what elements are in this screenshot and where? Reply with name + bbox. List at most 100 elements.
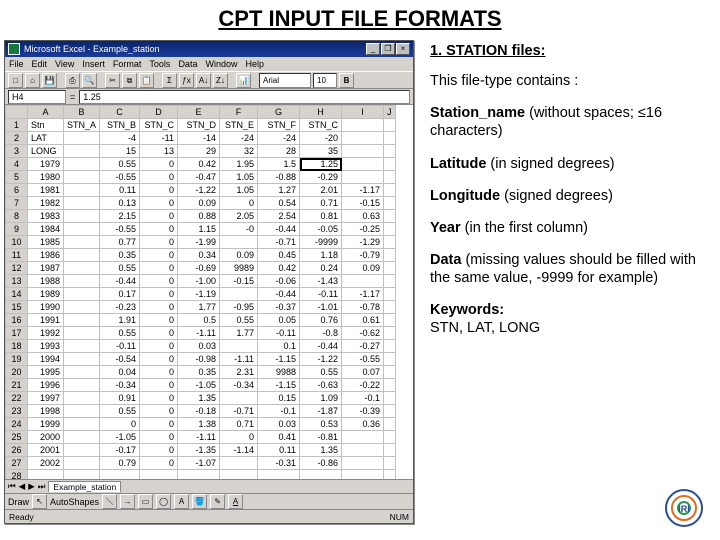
cell[interactable]: 1985 [28,236,64,249]
cell[interactable] [64,392,100,405]
cell[interactable]: 2.54 [258,210,300,223]
cell[interactable]: -1.43 [300,275,342,288]
cell[interactable]: 0.24 [300,262,342,275]
cell[interactable] [258,470,300,480]
cell[interactable]: 1.77 [220,327,258,340]
cell[interactable] [342,457,384,470]
cell[interactable] [384,119,396,132]
menu-file[interactable]: File [9,59,24,69]
cell[interactable]: -24 [220,132,258,145]
cell[interactable]: -0.54 [100,353,140,366]
cell[interactable]: 0.81 [300,210,342,223]
cell[interactable] [220,288,258,301]
row-header[interactable]: 20 [6,366,28,379]
cell[interactable]: STN_E [220,119,258,132]
cell[interactable] [342,431,384,444]
cell[interactable]: -0.22 [342,379,384,392]
cell[interactable] [384,379,396,392]
cell[interactable]: 1.35 [178,392,220,405]
cell[interactable]: -0.15 [220,275,258,288]
cell[interactable]: -1.07 [178,457,220,470]
cell[interactable]: 0 [140,249,178,262]
cell[interactable]: LONG [28,145,64,158]
line-color-icon[interactable]: ✎ [210,494,225,509]
cell[interactable]: 0 [140,457,178,470]
cell[interactable]: 0 [140,340,178,353]
cell[interactable]: -0.55 [342,353,384,366]
cell[interactable]: 1979 [28,158,64,171]
cell[interactable]: 1996 [28,379,64,392]
preview-icon[interactable]: 🔍 [82,73,97,88]
cell[interactable]: 0 [140,197,178,210]
cell[interactable] [342,158,384,171]
cell[interactable] [64,210,100,223]
row-header[interactable]: 4 [6,158,28,171]
col-header[interactable]: J [384,106,396,119]
cell[interactable]: 2.15 [100,210,140,223]
row-header[interactable]: 1 [6,119,28,132]
save-icon[interactable]: 💾 [42,73,57,88]
fontsize-select[interactable]: 10 [313,73,337,88]
row-header[interactable]: 2 [6,132,28,145]
cell[interactable] [384,431,396,444]
cell[interactable]: 0.55 [100,158,140,171]
cell[interactable]: -0.06 [258,275,300,288]
row-header[interactable]: 23 [6,405,28,418]
cell[interactable]: 13 [140,145,178,158]
cell[interactable]: 0.71 [300,197,342,210]
cell[interactable] [178,470,220,480]
cell[interactable]: -0.37 [258,301,300,314]
cell[interactable]: 0.55 [100,405,140,418]
menu-view[interactable]: View [55,59,74,69]
select-arrow-icon[interactable]: ↖ [32,494,47,509]
cell[interactable]: 15 [100,145,140,158]
cell[interactable] [220,457,258,470]
minimize-button[interactable]: _ [366,43,380,55]
cell[interactable]: -11 [140,132,178,145]
cell[interactable] [64,301,100,314]
cell[interactable]: 0.07 [342,366,384,379]
cell[interactable]: 0 [140,431,178,444]
cell[interactable]: 1.05 [220,184,258,197]
row-header[interactable]: 25 [6,431,28,444]
textbox-icon[interactable]: A [174,494,189,509]
cell[interactable]: -0.34 [100,379,140,392]
cell[interactable]: -1.05 [100,431,140,444]
cell[interactable] [384,275,396,288]
cell[interactable] [342,275,384,288]
spreadsheet-grid[interactable]: ABCDEFGHIJ1StnSTN_ASTN_BSTN_CSTN_DSTN_ES… [5,105,413,479]
cell[interactable]: 0.03 [178,340,220,353]
col-header[interactable]: E [178,106,220,119]
row-header[interactable]: 18 [6,340,28,353]
row-header[interactable]: 10 [6,236,28,249]
cell[interactable]: 1998 [28,405,64,418]
cell[interactable] [64,379,100,392]
cell[interactable]: 0 [140,210,178,223]
cell[interactable]: -0.69 [178,262,220,275]
cell[interactable]: -0.81 [300,431,342,444]
row-header[interactable]: 26 [6,444,28,457]
cell[interactable]: -1.15 [258,379,300,392]
cell[interactable]: 0.55 [300,366,342,379]
cell[interactable]: 1993 [28,340,64,353]
sheet-tabs[interactable]: ⏮ ◀ ▶ ⏭ Example_station [5,479,413,493]
menu-insert[interactable]: Insert [82,59,105,69]
cell[interactable]: 0.45 [258,249,300,262]
cell[interactable] [64,444,100,457]
cell[interactable]: 0 [140,379,178,392]
cell[interactable] [384,210,396,223]
menu-help[interactable]: Help [245,59,264,69]
cell[interactable]: 0.13 [100,197,140,210]
cell[interactable]: 1991 [28,314,64,327]
cell[interactable] [64,249,100,262]
cell[interactable]: 0 [140,353,178,366]
cell[interactable]: 0 [140,366,178,379]
cell[interactable]: 0.35 [178,366,220,379]
cell[interactable]: 1990 [28,301,64,314]
cell[interactable]: -0.78 [342,301,384,314]
bold-icon[interactable]: B [339,73,354,88]
cell[interactable] [220,470,258,480]
cell[interactable] [342,119,384,132]
cell[interactable]: 9989 [220,262,258,275]
cell[interactable] [384,171,396,184]
